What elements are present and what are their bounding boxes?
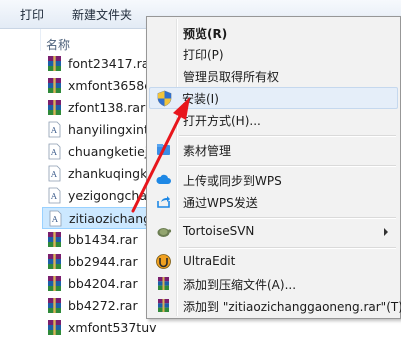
- svg-text:A: A: [51, 215, 58, 224]
- rar-file-icon: [48, 298, 61, 313]
- file-name: zhankuqingkɛ: [68, 166, 155, 181]
- menu-item-label: 添加到压缩文件(A)...: [183, 278, 297, 292]
- menu-item-label: 打印(P): [183, 48, 224, 62]
- file-name: font23417.rar: [68, 56, 155, 71]
- menu-item-ultraedit[interactable]: UltraEdit: [149, 251, 398, 273]
- menu-item-label: 通过WPS发送: [183, 196, 258, 210]
- menu-item-install[interactable]: 安装(I): [149, 87, 398, 109]
- submenu-arrow-icon: [384, 228, 388, 236]
- file-name: zfont138.rar: [68, 100, 146, 115]
- menu-item-open-with[interactable]: 打开方式(H)...: [149, 109, 398, 131]
- menu-item-label: 安装(I): [182, 92, 219, 106]
- cloud-icon: [156, 174, 171, 184]
- print-toolbar-button[interactable]: 打印: [20, 6, 44, 23]
- menu-item-label: UltraEdit: [183, 254, 236, 268]
- tortoise-svn-icon: [157, 228, 172, 237]
- font-file-icon: A: [48, 121, 61, 138]
- file-name: bb4272.rar: [68, 298, 138, 313]
- font-file-icon: A: [48, 143, 61, 160]
- menu-item-tortoise-svn[interactable]: TortoiseSVN: [149, 221, 398, 243]
- rar-file-icon: [48, 232, 61, 247]
- file-name: xmfont3658er: [68, 78, 158, 93]
- rar-file-icon: [48, 78, 61, 93]
- rar-file-icon: [48, 100, 61, 115]
- menu-separator: [179, 247, 396, 249]
- font-file-icon: A: [48, 165, 61, 182]
- menu-item-print[interactable]: 打印(P): [149, 43, 398, 65]
- rar-file-icon: [48, 56, 61, 71]
- file-list-item[interactable]: xmfont3658er: [42, 75, 157, 97]
- menu-item-material-manage[interactable]: 素材管理: [149, 139, 398, 161]
- menu-item-label: 管理员取得所有权: [183, 70, 280, 84]
- rar-file-icon: [48, 276, 61, 291]
- file-list-item[interactable]: bb1434.rar: [42, 229, 152, 251]
- rar-file-icon: [48, 254, 61, 269]
- menu-item-label: 添加到 "zitiaozichanggaoneng.rar"(T): [183, 300, 401, 314]
- file-list-item[interactable]: Ayezigongcham: [42, 185, 159, 207]
- column-header-name[interactable]: 名称: [46, 36, 70, 53]
- ultraedit-icon: [156, 254, 171, 269]
- file-list-item[interactable]: Azitiaozichangg: [42, 207, 159, 229]
- new-folder-toolbar-button[interactable]: 新建文件夹: [72, 6, 132, 23]
- menu-item-add-archive[interactable]: 添加到压缩文件(A)...: [149, 273, 398, 295]
- menu-item-label: 上传或同步到WPS: [183, 174, 282, 188]
- material-folder-icon: [157, 144, 170, 155]
- rar-file-icon: [48, 320, 61, 335]
- file-name: bb2944.rar: [68, 254, 138, 269]
- svg-text:A: A: [50, 192, 57, 201]
- svg-text:A: A: [50, 126, 57, 135]
- file-list-item[interactable]: bb4204.rar: [42, 273, 152, 295]
- menu-item-take-ownership[interactable]: 管理员取得所有权: [149, 65, 398, 87]
- file-list-item[interactable]: bb2944.rar: [42, 251, 152, 273]
- menu-item-label: 素材管理: [183, 144, 232, 158]
- file-list-item[interactable]: xmfont537tuv: [42, 317, 157, 339]
- file-name: bb1434.rar: [68, 232, 138, 247]
- column-divider: [40, 29, 41, 51]
- file-list-item[interactable]: zfont138.rar: [42, 97, 152, 119]
- menu-separator: [179, 217, 396, 219]
- context-menu: 预览(R) 打印(P) 管理员取得所有权 安装(I) 打开方式(H)... 素材…: [146, 16, 401, 319]
- menu-item-label: 打开方式(H)...: [183, 114, 261, 128]
- menu-item-preview[interactable]: 预览(R): [149, 22, 398, 44]
- winrar-archive-icon: [158, 299, 169, 312]
- uac-shield-icon: [157, 90, 172, 107]
- file-list-item[interactable]: Achuangketiejin: [42, 141, 160, 163]
- menu-item-add-to-rar[interactable]: 添加到 "zitiaozichanggaoneng.rar"(T): [149, 295, 401, 317]
- menu-item-label: TortoiseSVN: [183, 224, 255, 238]
- file-name: xmfont537tuv: [68, 320, 157, 335]
- file-list-item[interactable]: Ahanyilingxintin: [42, 119, 160, 141]
- file-list-item[interactable]: bb4272.rar: [42, 295, 152, 317]
- share-icon: [157, 196, 170, 208]
- file-name: bb4204.rar: [68, 276, 138, 291]
- font-file-icon: A: [48, 187, 61, 204]
- svg-text:A: A: [50, 148, 57, 157]
- svg-text:A: A: [50, 170, 57, 179]
- menu-separator: [179, 135, 396, 137]
- file-list-item[interactable]: Azhankuqingkɛ: [42, 163, 155, 185]
- menu-item-send-wps[interactable]: 通过WPS发送: [149, 191, 398, 213]
- font-file-icon: A: [49, 210, 62, 227]
- file-list-item[interactable]: font23417.rar: [42, 53, 155, 75]
- menu-item-upload-wps[interactable]: 上传或同步到WPS: [149, 169, 398, 191]
- winrar-archive-icon: [158, 277, 169, 290]
- menu-item-label: 预览(R): [183, 27, 228, 41]
- menu-separator: [179, 165, 396, 167]
